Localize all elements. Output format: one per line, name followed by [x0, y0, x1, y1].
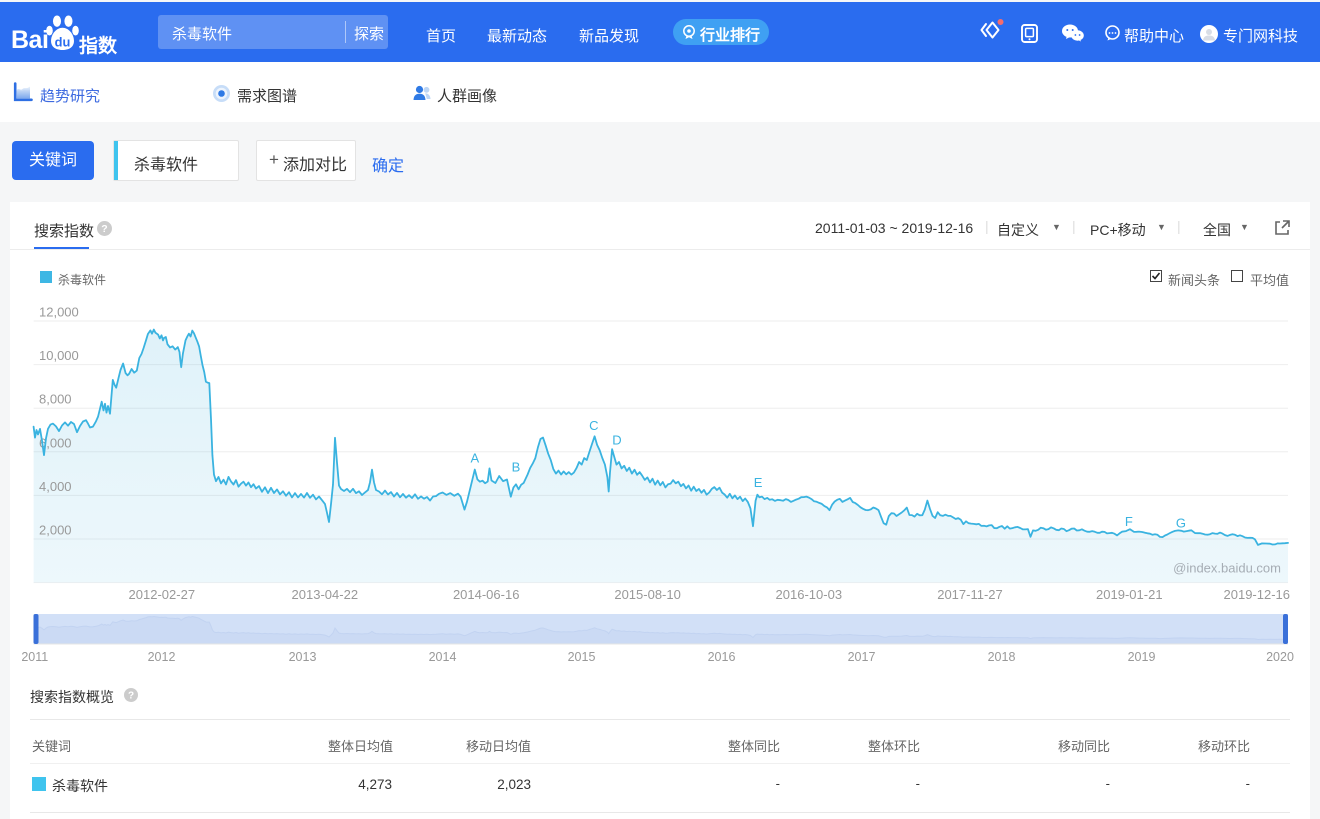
svg-text:10,000: 10,000 [39, 348, 79, 363]
svg-text:2013-04-22: 2013-04-22 [292, 587, 359, 602]
svg-text:D: D [612, 432, 621, 447]
svg-text:2018: 2018 [988, 650, 1016, 664]
svg-text:@index.baidu.com: @index.baidu.com [1173, 561, 1281, 576]
svg-text:2015: 2015 [568, 650, 596, 664]
svg-text:2013: 2013 [289, 650, 317, 664]
svg-text:du: du [55, 35, 71, 50]
svg-text:2012-02-27: 2012-02-27 [129, 587, 196, 602]
svg-text:F: F [1125, 514, 1133, 529]
svg-text:?: ? [101, 223, 107, 235]
svg-text:12,000: 12,000 [39, 305, 79, 320]
svg-text:2,000: 2,000 [39, 523, 72, 538]
svg-text:2019-12-16: 2019-12-16 [1224, 587, 1291, 602]
svg-text:2012: 2012 [148, 650, 176, 664]
svg-text:4,000: 4,000 [39, 479, 72, 494]
svg-text:2014: 2014 [429, 650, 457, 664]
svg-text:A: A [470, 450, 479, 465]
svg-text:2016-10-03: 2016-10-03 [776, 587, 843, 602]
svg-text:8,000: 8,000 [39, 392, 72, 407]
svg-text:?: ? [128, 691, 134, 702]
svg-text:B: B [512, 459, 521, 474]
svg-text:G: G [1176, 516, 1186, 531]
svg-text:2011: 2011 [21, 650, 48, 664]
svg-text:2016: 2016 [708, 650, 736, 664]
svg-text:2020: 2020 [1266, 650, 1294, 664]
svg-text:2017: 2017 [848, 650, 876, 664]
svg-text:C: C [589, 418, 598, 433]
svg-text:2014-06-16: 2014-06-16 [453, 587, 520, 602]
svg-text:2015-08-10: 2015-08-10 [614, 587, 681, 602]
svg-text:2017-11-27: 2017-11-27 [937, 587, 1003, 602]
svg-text:E: E [754, 475, 763, 490]
svg-text:2019-01-21: 2019-01-21 [1096, 587, 1163, 602]
svg-text:2019: 2019 [1128, 650, 1156, 664]
